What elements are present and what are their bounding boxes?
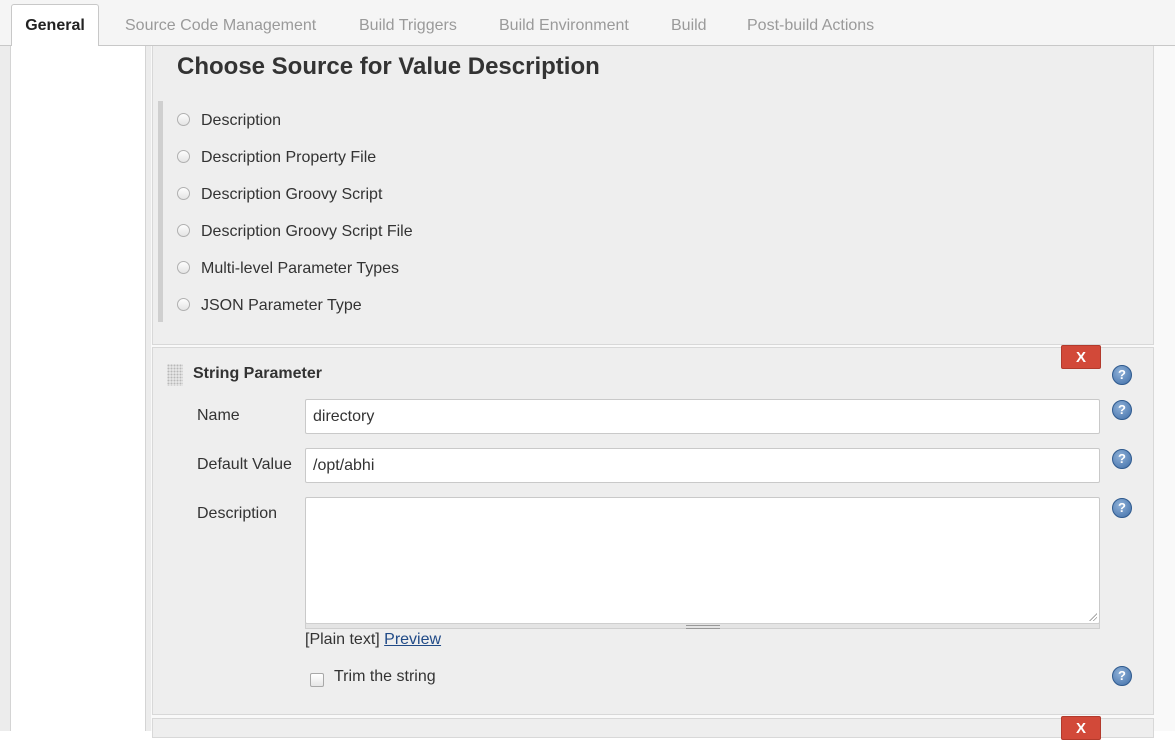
resize-grip-icon[interactable] xyxy=(1088,612,1097,621)
parameter-title: String Parameter xyxy=(193,365,322,382)
delete-next-parameter-button[interactable]: X xyxy=(1061,716,1101,740)
radio-group-indicator xyxy=(158,101,163,322)
tab-build-environment[interactable]: Build Environment xyxy=(499,17,629,35)
default-value-input[interactable]: /opt/abhi xyxy=(305,448,1100,483)
help-icon[interactable]: ? xyxy=(1112,365,1132,385)
radio-label: JSON Parameter Type xyxy=(201,297,362,314)
drag-handle-icon[interactable] xyxy=(167,364,183,386)
tab-post-build-actions[interactable]: Post-build Actions xyxy=(747,17,874,35)
left-indent-area xyxy=(11,46,145,731)
radio-button[interactable] xyxy=(177,261,190,274)
left-gutter xyxy=(0,46,11,731)
delete-parameter-button[interactable]: X xyxy=(1061,345,1101,369)
help-icon[interactable]: ? xyxy=(1112,498,1132,518)
radio-label: Description Property File xyxy=(201,149,377,166)
radio-label: Description xyxy=(201,112,282,129)
name-label: Name xyxy=(197,407,240,424)
format-plain-text: [Plain text] xyxy=(305,631,380,648)
help-icon[interactable]: ? xyxy=(1112,449,1132,469)
choose-source-title: Choose Source for Value Description xyxy=(177,53,600,80)
tab-general[interactable]: General xyxy=(11,4,99,46)
tab-build[interactable]: Build xyxy=(671,17,707,35)
name-input[interactable]: directory xyxy=(305,399,1100,434)
radio-label: Description Groovy Script xyxy=(201,186,383,203)
tab-bar: General Source Code Management Build Tri… xyxy=(0,0,1175,46)
description-label: Description xyxy=(197,505,278,522)
radio-button[interactable] xyxy=(177,187,190,200)
radio-button[interactable] xyxy=(177,298,190,311)
help-icon[interactable]: ? xyxy=(1112,666,1132,686)
radio-label: Description Groovy Script File xyxy=(201,223,413,240)
default-value-label: Default Value xyxy=(197,456,292,473)
radio-label: Multi-level Parameter Types xyxy=(201,260,399,277)
radio-button[interactable] xyxy=(177,224,190,237)
next-parameter-panel xyxy=(152,718,1154,738)
radio-button[interactable] xyxy=(177,150,190,163)
resize-handle-icon xyxy=(686,625,720,629)
trim-string-label: Trim the string xyxy=(334,668,436,685)
tab-build-triggers[interactable]: Build Triggers xyxy=(359,17,457,35)
help-icon[interactable]: ? xyxy=(1112,400,1132,420)
description-textarea[interactable] xyxy=(305,497,1100,624)
tab-source-code-management[interactable]: Source Code Management xyxy=(125,17,316,35)
text-format-line: [Plain text] Preview xyxy=(305,631,441,649)
trim-string-checkbox[interactable] xyxy=(310,673,324,687)
preview-link[interactable]: Preview xyxy=(384,631,441,648)
radio-button[interactable] xyxy=(177,113,190,126)
textarea-resize-bar[interactable] xyxy=(305,623,1100,629)
